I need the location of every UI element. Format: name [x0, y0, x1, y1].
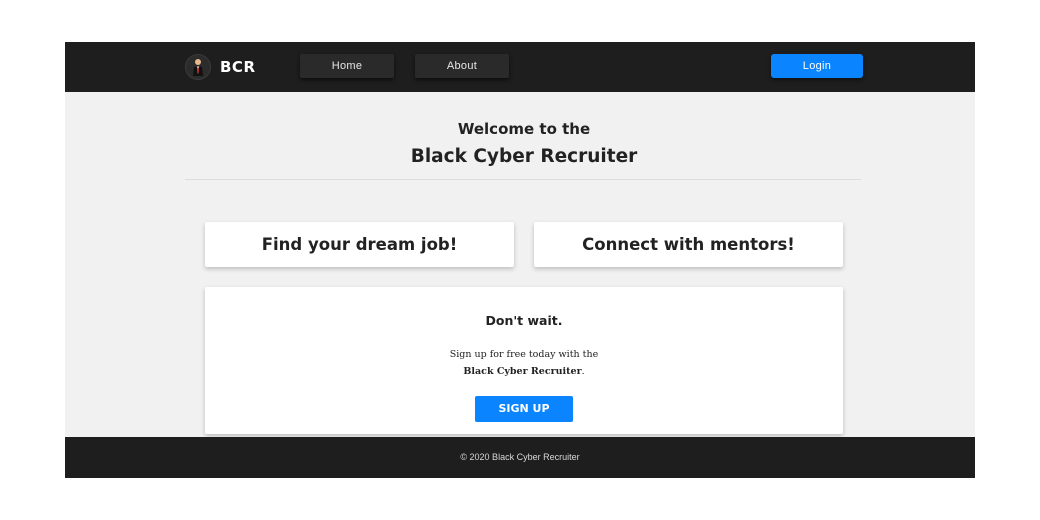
find-job-card[interactable]: Find your dream job! [205, 222, 514, 267]
header-divider [185, 179, 861, 180]
signup-brand-name: Black Cyber Recruiter [463, 366, 582, 377]
signup-description-brand: Black Cyber Recruiter. [205, 366, 843, 377]
nav-home-button[interactable]: Home [300, 54, 394, 78]
connect-mentors-title: Connect with mentors! [582, 235, 795, 254]
footer-copyright: © 2020 Black Cyber Recruiter [460, 452, 580, 462]
footer: © 2020 Black Cyber Recruiter [65, 437, 975, 478]
signup-button[interactable]: SIGN UP [475, 396, 573, 422]
signup-card: Don't wait. Sign up for free today with … [205, 287, 843, 434]
page-title: Black Cyber Recruiter [410, 146, 638, 167]
signup-period: . [581, 366, 585, 377]
welcome-text: Welcome to the [457, 120, 591, 138]
app-frame: BCR Home About Login Welcome to the Blac… [65, 42, 975, 478]
brand-logo-link[interactable]: BCR [185, 53, 256, 81]
person-in-suit-logo-icon [185, 54, 211, 80]
connect-mentors-card[interactable]: Connect with mentors! [534, 222, 843, 267]
navbar: BCR Home About Login [65, 42, 975, 92]
nav-about-button[interactable]: About [415, 54, 509, 78]
login-button[interactable]: Login [771, 54, 863, 78]
signup-description: Sign up for free today with the [449, 349, 599, 360]
signup-heading: Don't wait. [485, 313, 563, 328]
brand-name: BCR [220, 58, 256, 76]
find-job-title: Find your dream job! [261, 235, 458, 254]
